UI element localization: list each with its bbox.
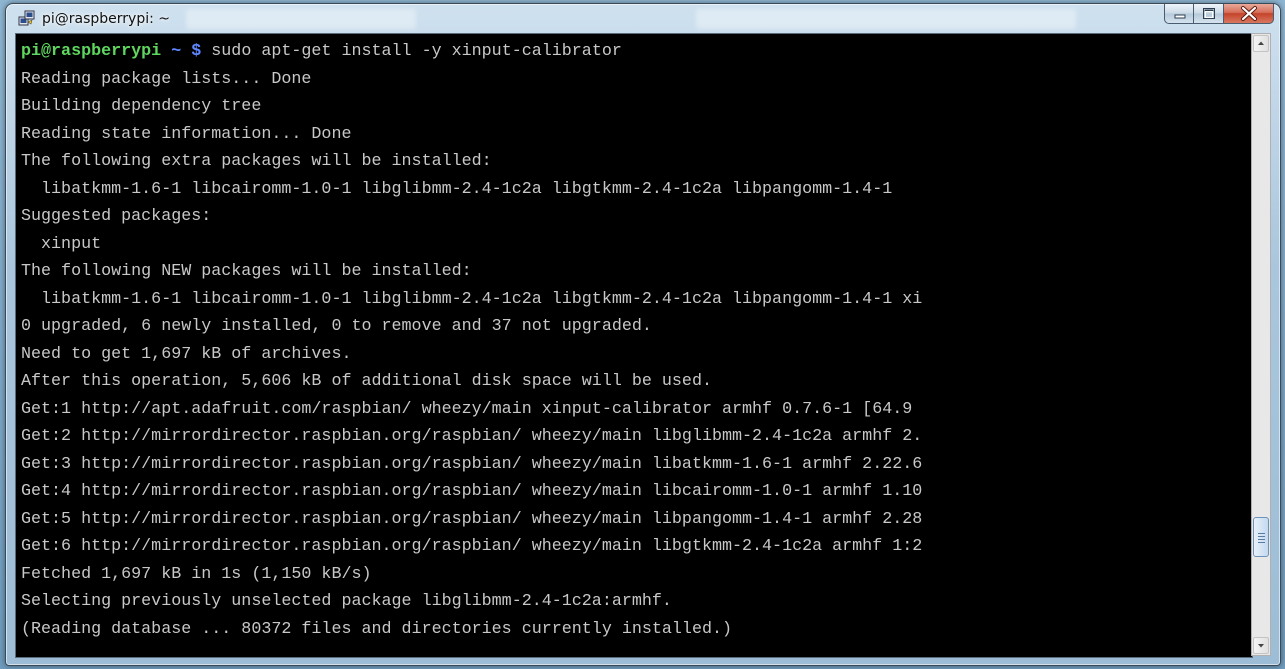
background-blur	[696, 9, 1076, 29]
vertical-scrollbar[interactable]	[1251, 33, 1271, 656]
grip-line	[1258, 532, 1265, 534]
output-line: 0 upgraded, 6 newly installed, 0 to remo…	[21, 317, 652, 336]
close-icon	[1241, 6, 1257, 21]
output-line: Get:6 http://mirrordirector.raspbian.org…	[21, 537, 923, 556]
output-line: libatkmm-1.6-1 libcairomm-1.0-1 libglibm…	[21, 289, 923, 309]
arrow-down-icon	[1258, 644, 1264, 648]
output-line: Building dependency tree	[21, 97, 262, 116]
output-line: libatkmm-1.6-1 libcairomm-1.0-1 libglibm…	[21, 179, 893, 199]
window-title: pi@raspberrypi: ~	[42, 11, 171, 27]
prompt-path: ~	[171, 42, 182, 61]
scroll-up-button[interactable]	[1253, 35, 1269, 52]
output-line: The following NEW packages will be insta…	[21, 262, 472, 281]
arrow-up-icon	[1258, 41, 1264, 45]
command-text: sudo apt-get install -y xinput-calibrato…	[211, 42, 622, 61]
terminal-output[interactable]: pi@raspberrypi ~ $ sudo apt-get install …	[15, 33, 1253, 658]
minimize-button[interactable]	[1164, 4, 1194, 24]
command-line: pi@raspberrypi ~ $ sudo apt-get install …	[21, 38, 1252, 66]
output-line: Reading state information... Done	[21, 124, 352, 144]
background-blur	[186, 9, 416, 29]
window-controls	[1164, 4, 1274, 26]
output-line: xinput	[21, 234, 102, 254]
output-line: Get:5 http://mirrordirector.raspbian.org…	[21, 509, 923, 529]
putty-icon[interactable]	[18, 10, 36, 28]
minimize-icon	[1174, 14, 1186, 19]
prompt-symbol: $	[191, 42, 202, 61]
prompt-user-host: pi@raspberrypi	[21, 42, 162, 61]
output-line: Reading package lists... Done	[21, 69, 312, 89]
output-line: (Reading database ... 80372 files and di…	[21, 619, 733, 639]
terminal-lines: pi@raspberrypi ~ $ sudo apt-get install …	[16, 34, 1252, 643]
output-line: Fetched 1,697 kB in 1s (1,150 kB/s)	[21, 564, 372, 584]
maximize-button[interactable]	[1194, 4, 1224, 24]
terminal-window: pi@raspberrypi: ~ pi@raspberrypi ~ $ sud…	[5, 3, 1281, 666]
output-line: Need to get 1,697 kB of archives.	[21, 344, 352, 364]
output-line: After this operation, 5,606 kB of additi…	[21, 372, 712, 391]
title-bar[interactable]: pi@raspberrypi: ~	[6, 4, 1280, 34]
grip-line	[1258, 535, 1265, 537]
output-line: Suggested packages:	[21, 207, 212, 226]
output-line: Get:2 http://mirrordirector.raspbian.org…	[21, 427, 923, 446]
output-line: Get:3 http://mirrordirector.raspbian.org…	[21, 454, 923, 474]
scroll-down-button[interactable]	[1253, 637, 1269, 654]
grip-line	[1258, 538, 1265, 540]
maximize-icon	[1203, 8, 1215, 19]
output-line: Get:1 http://apt.adafruit.com/raspbian/ …	[21, 399, 913, 419]
close-button[interactable]	[1224, 4, 1274, 24]
output-line: The following extra packages will be ins…	[21, 152, 492, 171]
scrollbar-thumb[interactable]	[1253, 516, 1269, 557]
output-line: Get:4 http://mirrordirector.raspbian.org…	[21, 482, 923, 501]
output-line: Selecting previously unselected package …	[21, 592, 672, 611]
grip-line	[1258, 541, 1265, 543]
